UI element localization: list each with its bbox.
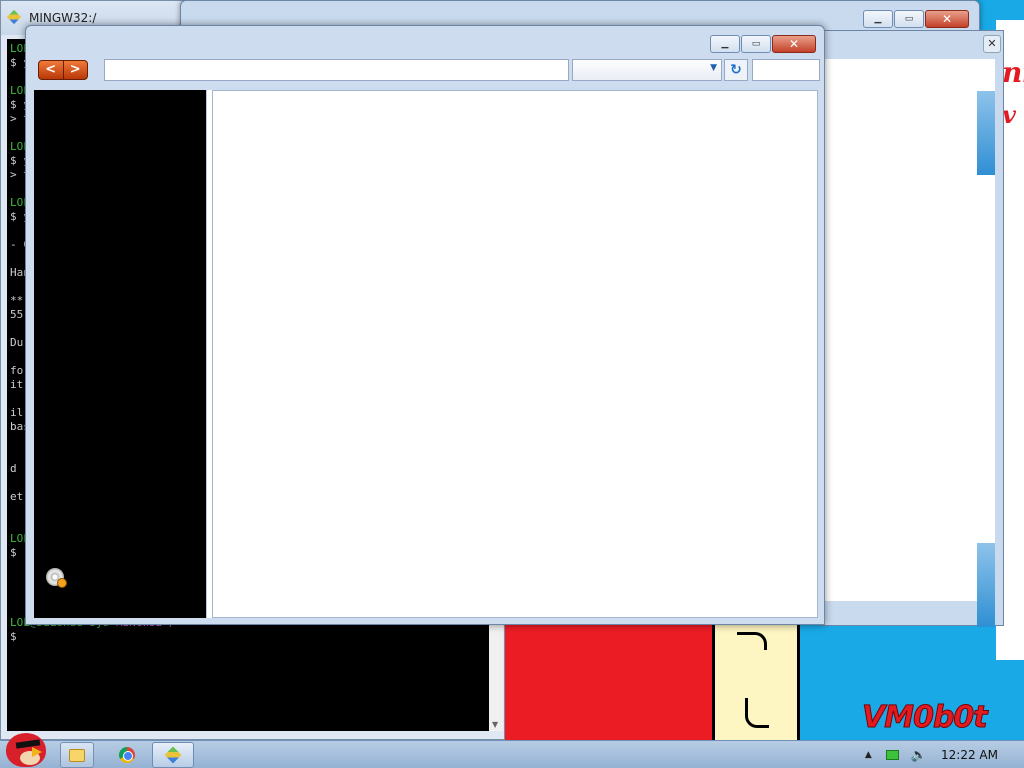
file-list-pane[interactable] <box>821 59 995 601</box>
start-button[interactable] <box>0 731 56 768</box>
wallpaper-cream-block <box>712 620 800 740</box>
search-input[interactable] <box>752 59 820 81</box>
taskbar-chrome-button[interactable] <box>108 742 146 768</box>
system-tray: ▲ 🔈 12:22 AM <box>865 741 1024 768</box>
explorer-window-third[interactable]: ✕ <box>820 30 1004 627</box>
wallpaper-text: v <box>1002 100 1016 129</box>
caption-buttons: ▁ ▭ ✕ <box>709 35 816 53</box>
watermark-text: VM0b0t <box>862 700 989 736</box>
minimize-button[interactable]: ▁ <box>863 10 893 28</box>
wallpaper-squiggle <box>745 698 769 728</box>
chrome-icon <box>119 747 135 763</box>
file-list-pane[interactable] <box>212 90 818 618</box>
show-hidden-icons-icon[interactable]: ▲ <box>865 750 872 760</box>
forward-button[interactable]: > <box>62 61 88 79</box>
taskbar-explorer-button[interactable] <box>60 742 94 768</box>
minimize-button[interactable]: ▁ <box>710 35 740 53</box>
address-bar[interactable] <box>104 59 569 81</box>
wallpaper-red-block <box>505 620 720 740</box>
scroll-thumb[interactable] <box>977 91 995 175</box>
view-dropdown[interactable]: ▼ <box>572 59 722 81</box>
explorer-window-front[interactable]: ▁ ▭ ✕ < > ▼ ↻ <box>25 25 825 625</box>
back-button[interactable]: < <box>39 61 63 79</box>
close-button[interactable]: ✕ <box>772 35 816 53</box>
close-button[interactable]: ✕ <box>983 35 1001 53</box>
cd-drive-icon[interactable] <box>46 568 67 588</box>
scroll-thumb[interactable] <box>977 543 995 627</box>
navigation-pane[interactable] <box>34 90 206 618</box>
volume-icon[interactable]: 🔈 <box>911 748 927 763</box>
wallpaper-squiggle <box>737 632 767 650</box>
window-title: MINGW32:/ <box>29 11 97 25</box>
scroll-down-icon[interactable]: ▼ <box>492 720 498 729</box>
maximize-button[interactable]: ▭ <box>894 10 924 28</box>
chevron-down-icon[interactable]: ▼ <box>710 63 717 73</box>
mingw-icon <box>164 746 182 764</box>
network-icon[interactable] <box>885 750 899 760</box>
mingw-icon <box>7 10 23 26</box>
refresh-icon[interactable]: ↻ <box>724 59 748 81</box>
taskbar-mingw-button[interactable] <box>152 742 194 768</box>
caption-buttons: ▁ ▭ ✕ <box>862 10 969 28</box>
folder-icon <box>69 748 85 762</box>
badge-icon <box>57 578 67 588</box>
terminal-line: $ <box>10 630 24 643</box>
clock[interactable]: 12:22 AM <box>941 748 998 762</box>
navigation-buttons: < > <box>38 60 88 80</box>
taskbar: ▲ 🔈 12:22 AM <box>0 733 1024 768</box>
explorer-toolbar: < > ▼ ↻ <box>34 58 820 84</box>
maximize-button[interactable]: ▭ <box>741 35 771 53</box>
close-button[interactable]: ✕ <box>925 10 969 28</box>
angry-bird-start-icon <box>6 733 46 767</box>
wallpaper-text: ni <box>1002 56 1024 89</box>
